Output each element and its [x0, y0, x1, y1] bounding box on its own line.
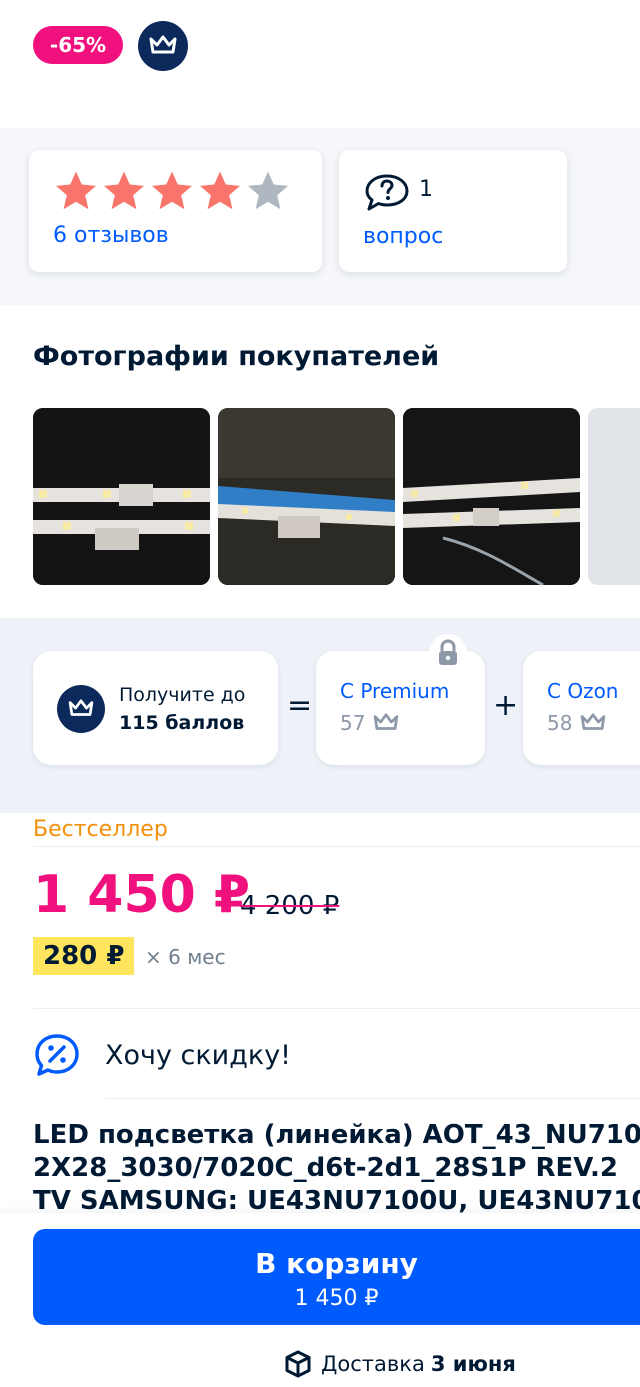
current-price: 1 450 ₽: [33, 865, 251, 925]
delivery-prefix: Доставка: [321, 1352, 425, 1376]
divider: [33, 846, 640, 847]
plus-sign: +: [493, 688, 519, 723]
add-to-cart-price: 1 450 ₽: [294, 1286, 379, 1311]
led-strip-photo: [33, 408, 210, 585]
crown-icon: [581, 713, 606, 730]
premium-points-amount: 57: [340, 711, 366, 735]
led-strip-photo: [218, 408, 395, 585]
star-icon: [104, 171, 144, 210]
add-to-cart-button[interactable]: В корзину 1 450 ₽: [33, 1229, 640, 1325]
questions-card[interactable]: 1 вопрос: [339, 150, 567, 272]
star-icon: [152, 171, 192, 210]
rating-stars: [53, 168, 291, 214]
lock-icon: [429, 634, 467, 672]
product-page: -65% 6 отзывов 1 вопрос Фотографии покуп…: [0, 0, 640, 1387]
led-strip-photo: [403, 408, 580, 585]
questions-link[interactable]: вопрос: [363, 224, 443, 249]
star-icon: [200, 171, 240, 210]
old-price: 4 200 ₽: [240, 891, 340, 921]
customer-photo[interactable]: [403, 408, 580, 585]
customer-photos-section: Фотографии покупателей: [0, 305, 640, 618]
crown-icon: [57, 685, 105, 733]
divider: [105, 1098, 640, 1099]
installment-term: × 6 мес: [145, 945, 226, 969]
customer-photos-title: Фотографии покупателей: [33, 341, 440, 372]
question-bubble-icon: [365, 174, 409, 211]
badge-row: -65%: [0, 0, 640, 100]
bottom-action-bar: В корзину 1 450 ₽ Доставка 3 июня: [0, 1213, 640, 1387]
points-line-2: 115 баллов: [119, 712, 245, 734]
ozon-points-title: С Ozon: [547, 679, 619, 703]
premium-crown-badge[interactable]: [138, 21, 188, 71]
points-total-text: Получите до 115 баллов: [119, 681, 245, 737]
points-line-1: Получите до: [119, 684, 246, 706]
ozon-points-amount: 58: [547, 711, 573, 735]
customer-photo[interactable]: [33, 408, 210, 585]
premium-points-title: С Premium: [340, 679, 450, 703]
add-to-cart-label: В корзину: [255, 1247, 418, 1280]
ozon-points-value: 58: [547, 711, 606, 735]
product-title-section: LED подсветка (линейка) AOT_43_NU7100F_ …: [0, 1113, 640, 1213]
request-discount-button[interactable]: Хочу скидку!: [33, 1031, 291, 1079]
delivery-date: 3 июня: [430, 1352, 516, 1376]
customer-photo[interactable]: [218, 408, 395, 585]
points-total-card[interactable]: Получите до 115 баллов: [33, 651, 278, 765]
points-ozon-card[interactable]: С Ozon 58: [523, 651, 640, 765]
points-premium-card[interactable]: С Premium 57: [316, 651, 485, 765]
customer-photo[interactable]: [588, 408, 640, 585]
discount-chat-icon: [35, 1034, 79, 1076]
points-section: Получите до 115 баллов = С Premium 57 + …: [0, 618, 640, 813]
package-icon: [285, 1350, 311, 1378]
price-section: Бестселлер 1 450 ₽ 4 200 ₽ 280 ₽ × 6 мес…: [0, 813, 640, 1113]
crown-icon: [149, 35, 177, 54]
equals-sign: =: [287, 688, 313, 723]
bestseller-badge: Бестселлер: [33, 817, 168, 842]
divider: [33, 1008, 640, 1009]
crown-icon: [374, 713, 399, 730]
questions-count: 1: [419, 177, 433, 202]
product-title: LED подсветка (линейка) AOT_43_NU7100F_ …: [33, 1120, 640, 1213]
reviews-link[interactable]: 6 отзывов: [53, 223, 169, 248]
rating-card[interactable]: 6 отзывов: [29, 150, 322, 272]
star-icon: [56, 171, 96, 210]
request-discount-label: Хочу скидку!: [105, 1039, 292, 1071]
premium-points-value: 57: [340, 711, 399, 735]
delivery-info[interactable]: Доставка 3 июня: [283, 1349, 516, 1379]
installment-price[interactable]: 280 ₽: [33, 937, 135, 975]
discount-badge: -65%: [33, 26, 123, 64]
star-icon: [248, 171, 288, 210]
